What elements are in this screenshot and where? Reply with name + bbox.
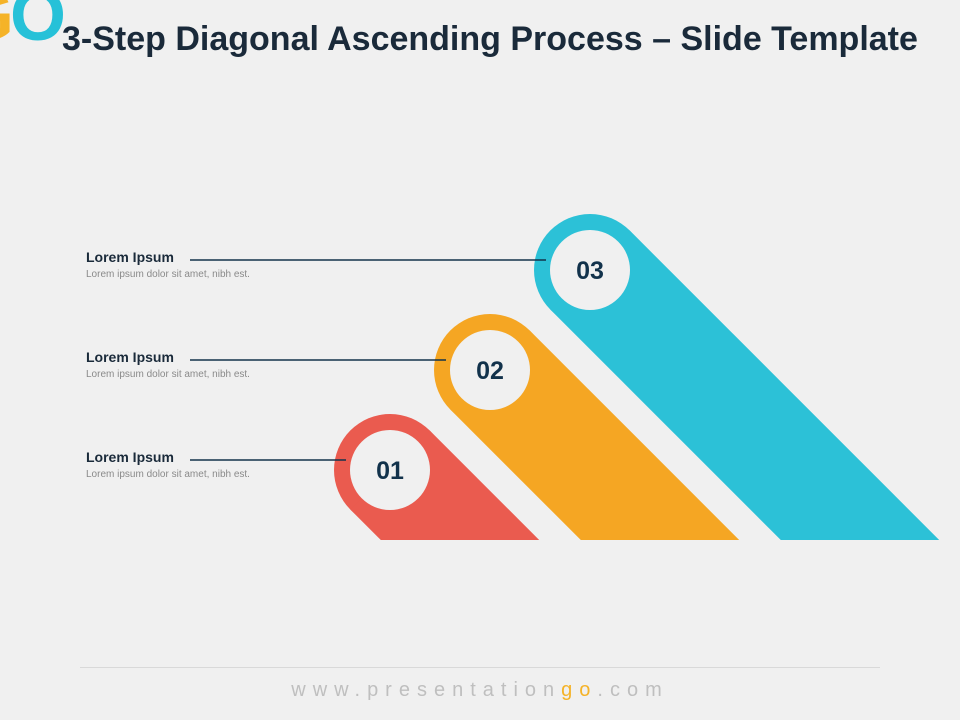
diagram-stage: 03 02 01 Lorem Ipsum Lorem ipsum dolor s…: [0, 160, 960, 560]
footer-url: www.presentationgo.com: [0, 679, 960, 702]
step-1-title: Lorem Ipsum: [86, 449, 326, 465]
step-1-disc: 01: [350, 430, 430, 510]
step-3-disc: 03: [550, 230, 630, 310]
step-3-title: Lorem Ipsum: [86, 249, 326, 265]
step-2-title: Lorem Ipsum: [86, 349, 326, 365]
logo-fragment: GO: [0, 0, 62, 52]
step-1-desc: Lorem ipsum dolor sit amet, nibh est.: [86, 468, 326, 481]
step-2-disc: 02: [450, 330, 530, 410]
step-2-number: 02: [476, 357, 504, 385]
step-3-label: Lorem Ipsum Lorem ipsum dolor sit amet, …: [86, 249, 326, 281]
footer-accent: go: [561, 679, 597, 701]
step-2-desc: Lorem ipsum dolor sit amet, nibh est.: [86, 368, 326, 381]
step-3-desc: Lorem ipsum dolor sit amet, nibh est.: [86, 268, 326, 281]
footer-prefix: www.: [291, 679, 367, 701]
step-1-number: 01: [376, 457, 404, 485]
footer-mid: presentation: [367, 679, 561, 701]
footer-suffix: .com: [597, 679, 668, 701]
step-2-label: Lorem Ipsum Lorem ipsum dolor sit amet, …: [86, 349, 326, 381]
footer-divider: [80, 667, 880, 668]
page-title: 3-Step Diagonal Ascending Process – Slid…: [62, 18, 920, 61]
step-1-label: Lorem Ipsum Lorem ipsum dolor sit amet, …: [86, 449, 326, 481]
step-3-number: 03: [576, 257, 604, 285]
